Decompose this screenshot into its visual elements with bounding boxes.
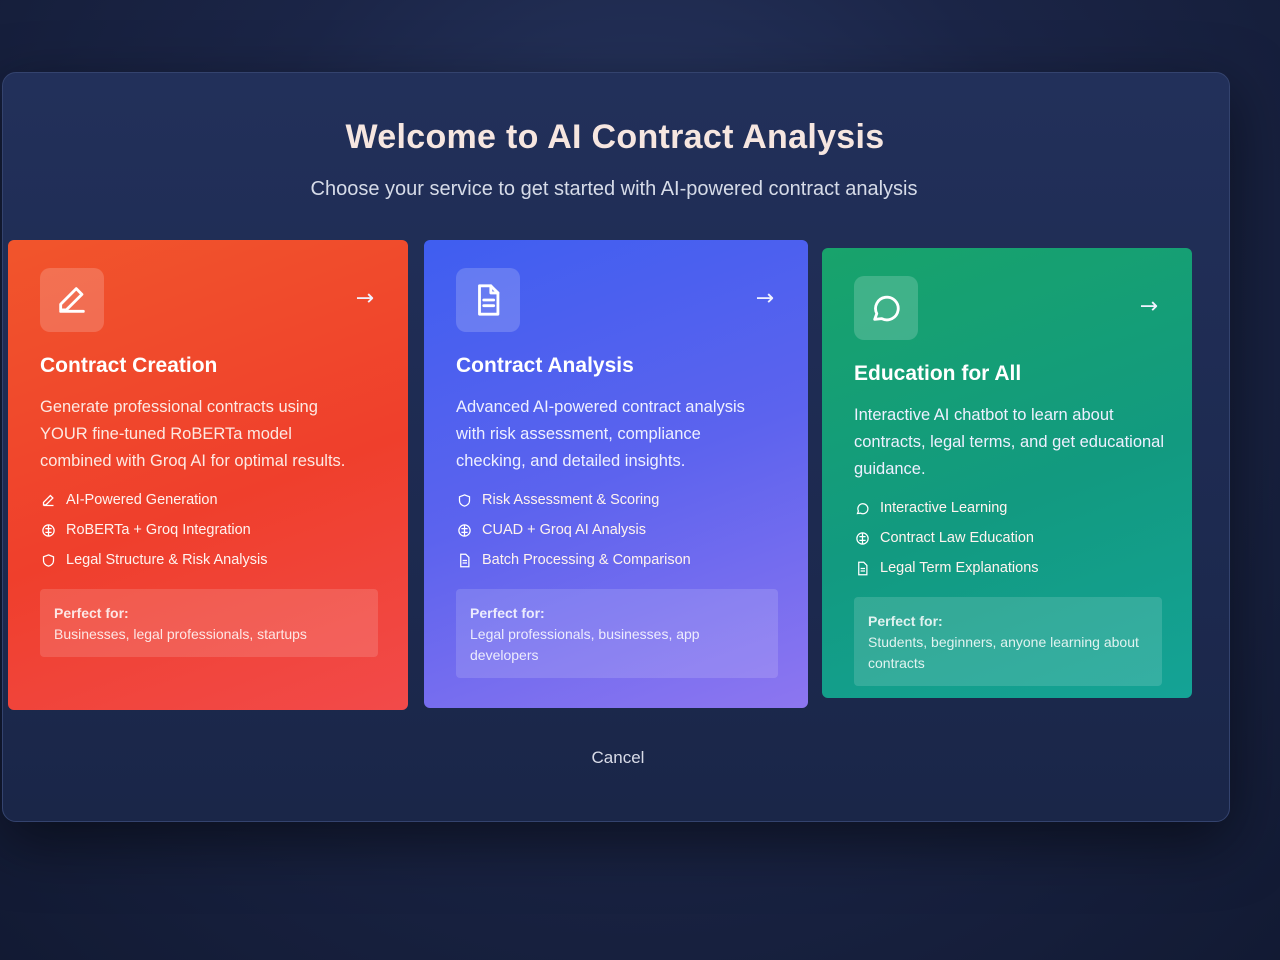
document-icon (456, 268, 520, 332)
feature-label: Interactive Learning (880, 500, 1008, 516)
document-icon (854, 560, 870, 576)
feature-label: AI-Powered Generation (66, 492, 218, 508)
feature-label: Risk Assessment & Scoring (482, 492, 660, 508)
feature-label: CUAD + Groq AI Analysis (482, 522, 646, 538)
contract-creation-card[interactable]: → Contract Creation Generate professiona… (8, 240, 408, 710)
perfect-for-label: Perfect for: (470, 605, 545, 621)
perfect-for-text: Legal professionals, businesses, app dev… (470, 626, 700, 663)
perfect-for-box: Perfect for: Businesses, legal professio… (40, 589, 378, 657)
perfect-for-label: Perfect for: (868, 613, 943, 629)
perfect-for-text: Students, beginners, anyone learning abo… (868, 634, 1139, 671)
feature-item: Legal Term Explanations (854, 553, 1162, 583)
card-description: Interactive AI chatbot to learn about co… (854, 406, 1165, 478)
pen-icon (40, 492, 56, 508)
cancel-button[interactable]: Cancel (560, 744, 676, 772)
chat-icon (854, 500, 870, 516)
feature-item: CUAD + Groq AI Analysis (456, 515, 778, 545)
card-title: Education for All (854, 362, 1022, 385)
brain-icon (456, 522, 472, 538)
chat-icon (854, 276, 918, 340)
feature-item: AI-Powered Generation (40, 485, 378, 515)
feature-label: Legal Structure & Risk Analysis (66, 552, 268, 568)
modal-title: Welcome to AI Contract Analysis (345, 118, 885, 156)
feature-label: Legal Term Explanations (880, 560, 1039, 576)
pen-icon (40, 268, 104, 332)
feature-item: Batch Processing & Comparison (456, 545, 778, 575)
card-description: Generate professional contracts using YO… (40, 398, 346, 470)
card-title: Contract Creation (40, 354, 218, 377)
arrow-right-icon: → (1139, 294, 1158, 319)
feature-item: Interactive Learning (854, 493, 1162, 523)
feature-label: Batch Processing & Comparison (482, 552, 691, 568)
perfect-for-text: Businesses, legal professionals, startup… (54, 626, 307, 642)
shield-icon (456, 492, 472, 508)
brain-icon (40, 522, 56, 538)
education-card[interactable]: → Education for All Interactive AI chatb… (822, 248, 1192, 698)
feature-label: Contract Law Education (880, 530, 1034, 546)
card-description: Advanced AI-powered contract analysis wi… (456, 398, 745, 470)
perfect-for-box: Perfect for: Legal professionals, busine… (456, 589, 778, 678)
contract-analysis-card[interactable]: → Contract Analysis Advanced AI-powered … (424, 240, 808, 708)
feature-item: Contract Law Education (854, 523, 1162, 553)
brain-icon (854, 530, 870, 546)
perfect-for-label: Perfect for: (54, 605, 129, 621)
document-icon (456, 552, 472, 568)
feature-label: RoBERTa + Groq Integration (66, 522, 251, 538)
feature-item: Risk Assessment & Scoring (456, 485, 778, 515)
perfect-for-box: Perfect for: Students, beginners, anyone… (854, 597, 1162, 686)
feature-item: RoBERTa + Groq Integration (40, 515, 378, 545)
arrow-right-icon: → (755, 286, 774, 311)
feature-item: Legal Structure & Risk Analysis (40, 545, 378, 575)
arrow-right-icon: → (355, 286, 374, 311)
card-title: Contract Analysis (456, 354, 634, 377)
shield-icon (40, 552, 56, 568)
modal-subtitle: Choose your service to get started with … (310, 178, 918, 200)
